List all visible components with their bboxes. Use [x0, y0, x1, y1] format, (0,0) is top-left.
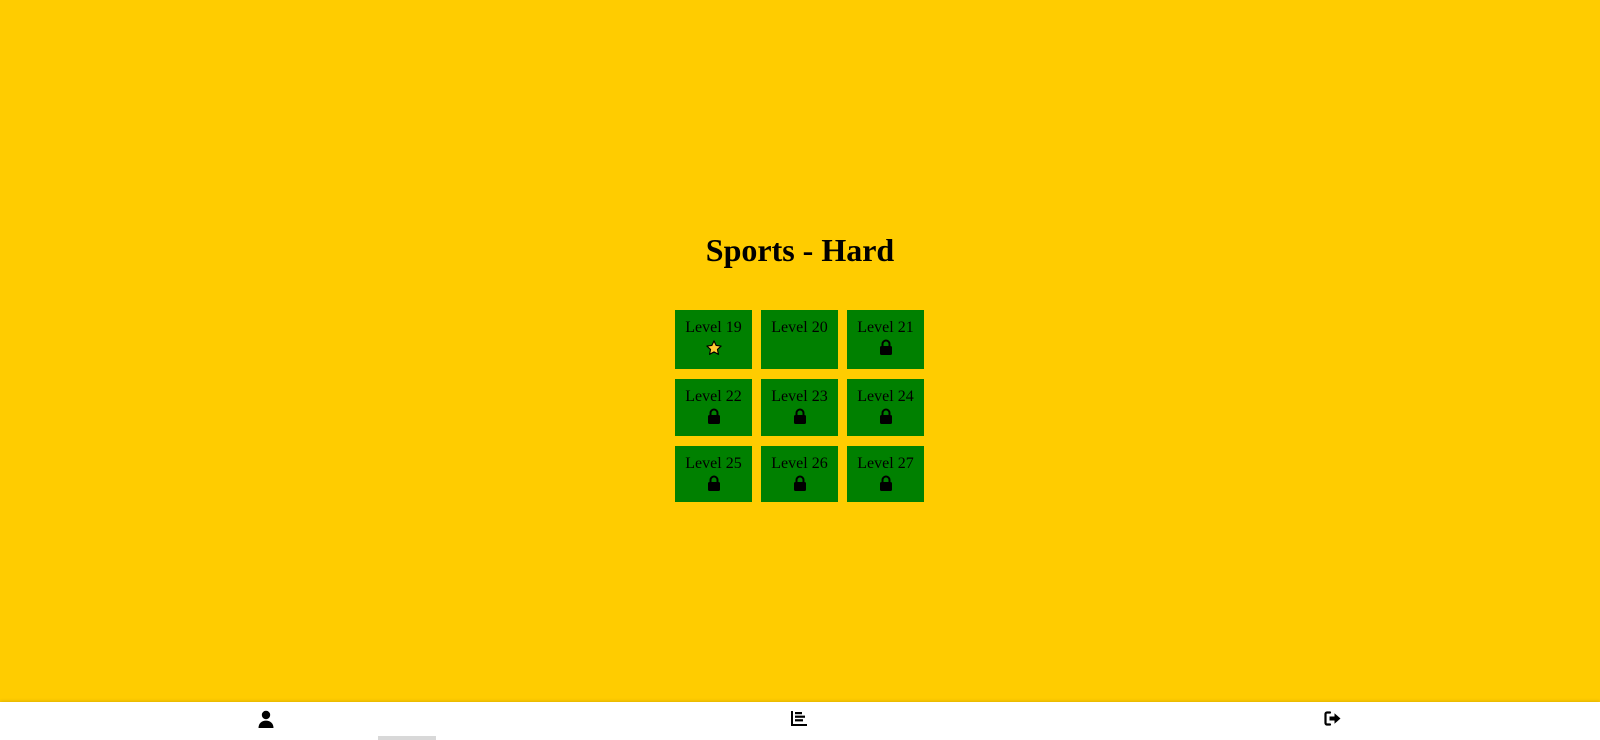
level-tile-19[interactable]: Level 19	[675, 310, 752, 369]
level-tile-20[interactable]: Level 20	[761, 310, 838, 369]
level-tile-23[interactable]: Level 23	[761, 379, 838, 436]
level-tile-26[interactable]: Level 26	[761, 446, 838, 502]
level-tile-27[interactable]: Level 27	[847, 446, 924, 502]
level-tile-25[interactable]: Level 25	[675, 446, 752, 502]
level-label: Level 21	[857, 319, 914, 336]
lock-icon	[675, 475, 752, 495]
bar-chart-icon	[791, 711, 807, 731]
level-label: Level 23	[771, 388, 828, 405]
level-label: Level 22	[685, 388, 742, 405]
star-icon	[675, 339, 752, 359]
level-label: Level 24	[857, 388, 914, 405]
level-label: Level 19	[685, 319, 742, 336]
lock-icon	[675, 408, 752, 428]
level-label: Level 25	[685, 455, 742, 472]
level-label: Level 27	[857, 455, 914, 472]
logout-button[interactable]	[1303, 702, 1363, 740]
stats-button[interactable]	[769, 702, 829, 740]
lock-icon	[761, 475, 838, 495]
logout-icon	[1324, 711, 1342, 731]
lock-icon	[847, 475, 924, 495]
level-tile-21[interactable]: Level 21	[847, 310, 924, 369]
scroll-indicator	[378, 736, 436, 740]
level-tile-24[interactable]: Level 24	[847, 379, 924, 436]
profile-button[interactable]	[236, 702, 296, 740]
level-label: Level 20	[771, 319, 828, 336]
level-label: Level 26	[771, 455, 828, 472]
lock-icon	[847, 339, 924, 359]
main-content: Sports - Hard Level 19 Level 20 Level 21	[0, 0, 1600, 700]
user-icon	[258, 710, 274, 733]
bottom-nav	[0, 702, 1600, 740]
page-title: Sports - Hard	[705, 232, 895, 268]
lock-icon	[847, 408, 924, 428]
lock-icon	[761, 408, 838, 428]
level-tile-22[interactable]: Level 22	[675, 379, 752, 436]
